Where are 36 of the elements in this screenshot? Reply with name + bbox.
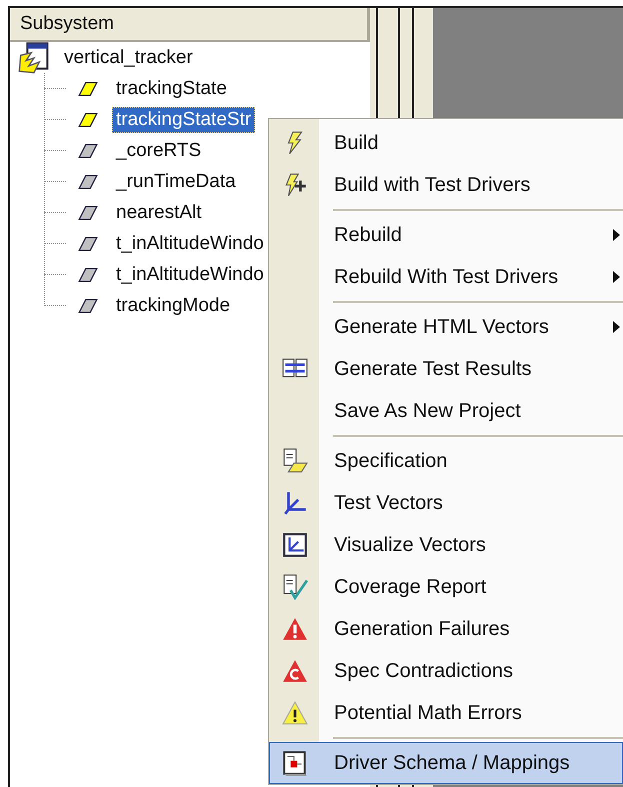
error-icon — [282, 616, 308, 642]
tree-item[interactable]: trackingState — [112, 76, 231, 102]
tree-item[interactable]: t_inAltitudeWindo — [112, 262, 268, 288]
menu-item[interactable]: Driver Schema / Mappings — [269, 742, 623, 784]
menu-item[interactable]: Generation Failures — [269, 608, 623, 650]
submenu-arrow-icon — [613, 229, 620, 241]
tree-item[interactable]: nearestAlt — [112, 200, 206, 226]
submenu-arrow-icon — [613, 271, 620, 283]
submenu-arrow-icon — [613, 321, 620, 333]
warning-icon — [282, 700, 308, 726]
tree-item[interactable]: vertical_tracker — [60, 44, 197, 70]
menu-item[interactable]: Potential Math Errors — [269, 692, 623, 734]
axes-icon — [282, 490, 308, 516]
menu-item[interactable]: Build — [269, 122, 623, 164]
contradiction-icon — [282, 658, 308, 684]
menu-item[interactable]: Coverage Report — [269, 566, 623, 608]
menu-item[interactable]: Generate HTML Vectors — [269, 306, 623, 348]
menu-item[interactable]: Spec Contradictions — [269, 650, 623, 692]
column-header[interactable]: Subsystem — [10, 8, 370, 42]
document-pencil-icon — [282, 448, 308, 474]
menu-item[interactable]: Rebuild — [269, 214, 623, 256]
menu-item[interactable]: Test Vectors — [269, 482, 623, 524]
menu-item[interactable]: Visualize Vectors — [269, 524, 623, 566]
schema-icon — [282, 750, 308, 776]
menu-item[interactable]: Specification — [269, 440, 623, 482]
tree-item[interactable]: _coreRTS — [112, 138, 206, 164]
menu-item[interactable]: Build with Test Drivers — [269, 164, 623, 206]
tree-item[interactable]: trackingMode — [112, 292, 234, 318]
tree-item[interactable]: _runTimeData — [112, 168, 240, 194]
menu-item[interactable]: Generate Test Results — [269, 348, 623, 390]
tree-item[interactable]: trackingStateStr — [112, 106, 256, 132]
menu-item[interactable]: Save As New Project — [269, 390, 623, 432]
document-check-icon — [282, 574, 308, 600]
menu-item[interactable]: Rebuild With Test Drivers — [269, 256, 623, 298]
chart-icon — [282, 532, 308, 558]
tree-item[interactable]: t_inAltitudeWindo — [112, 230, 268, 256]
